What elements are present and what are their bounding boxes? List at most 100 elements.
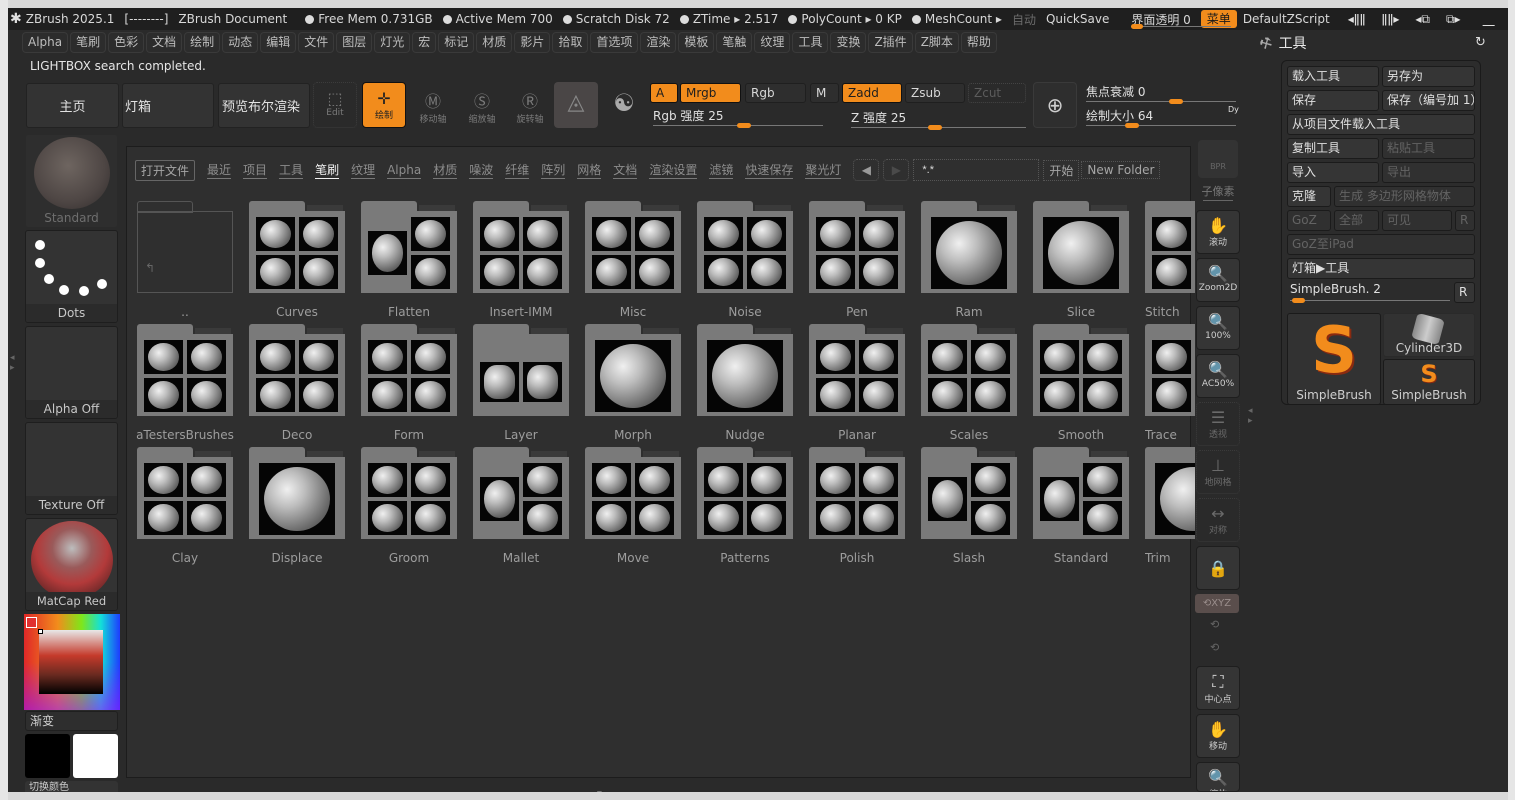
primary-color-swatch[interactable] [26,617,37,628]
right-shelf-collapse-icon[interactable]: ◂ ▸ [1248,406,1253,426]
new-folder-button[interactable]: New Folder [1081,161,1161,179]
goz-r-button[interactable]: R [1455,210,1475,231]
menu-movie[interactable]: 影片 [514,32,551,53]
half-size-button[interactable]: 🔍 AC50% [1196,354,1240,398]
color-cursor[interactable] [38,629,43,634]
window-stack-icon[interactable]: ⧉▸ [1446,12,1461,27]
left-shelf-collapse-icon[interactable]: ◂ ▸ [10,353,15,373]
solo-dynamic-button[interactable]: ☯ [602,82,646,128]
switch-color-button[interactable]: 切换颜色 [25,781,118,792]
lightbox-resize-handle[interactable]: ▾▴ [597,789,604,792]
material-selector[interactable]: MatCap Red Wax [25,518,118,611]
stroke-selector[interactable]: Dots [25,230,118,323]
menu-file[interactable]: 文件 [298,32,335,53]
menu-stencil[interactable]: 模板 [678,32,715,53]
tab-document[interactable]: 文档 [613,162,638,179]
tool-thumb-simplebrush[interactable]: S SimpleBrush [1287,313,1381,405]
tab-project[interactable]: 项目 [243,162,268,179]
menu-transform[interactable]: 变换 [830,32,867,53]
toggle-rgb[interactable]: Rgb [745,83,806,103]
menu-picker[interactable]: 拾取 [552,32,589,53]
rotate-y-button[interactable]: ⟲ [1210,618,1219,631]
menu-marker[interactable]: 标记 [438,32,475,53]
menu-stroke[interactable]: 笔触 [716,32,753,53]
tab-grid[interactable]: 网格 [577,162,602,179]
brush-folder[interactable]: Stitch [1145,201,1195,326]
menu-zplugin[interactable]: Z插件 [868,32,913,53]
layout-toggle-icon[interactable]: ǁǁ▸ [1382,12,1400,26]
toggle-zcut[interactable]: Zcut [968,83,1026,103]
symmetry-button[interactable]: ↔ 对称 [1196,498,1240,542]
draw-button[interactable]: ✛ 绘制 [362,82,406,128]
tab-noise[interactable]: 噪波 [469,162,494,179]
rgb-intensity-knob[interactable] [737,123,751,128]
alpha-selector[interactable]: Alpha Off [25,326,118,419]
tool-slider-knob[interactable] [1292,298,1305,303]
scroll-button[interactable]: ✋ 滚动 [1196,210,1240,254]
load-tool-button[interactable]: 载入工具 [1287,66,1379,87]
tool-r-button[interactable]: R [1454,282,1475,303]
forward-arrow-icon[interactable]: ▶ [883,159,910,181]
menu-light[interactable]: 灯光 [374,32,411,53]
auto-button[interactable]: 自动 [1012,11,1036,28]
color-saturation-square[interactable] [39,630,103,694]
home-button[interactable]: 主页 [26,83,119,128]
brush-folder[interactable]: Trim [1145,447,1195,572]
save-button[interactable]: 保存 [1287,90,1379,111]
toggle-a[interactable]: A [650,83,678,103]
tab-render-settings[interactable]: 渲染设置 [649,162,698,179]
menu-brush[interactable]: 笔刷 [70,32,107,53]
import-button[interactable]: 导入 [1287,162,1379,183]
tab-filters[interactable]: 滤镜 [709,162,734,179]
refresh-icon[interactable]: ↻ [1475,35,1486,50]
tab-tool[interactable]: 工具 [279,162,304,179]
toggle-m[interactable]: M [810,83,839,103]
layout-toggle-icon[interactable]: ◂ǁǁ [1348,12,1366,26]
menu-zscript[interactable]: Z脚本 [914,32,959,53]
draw-size-track[interactable] [1086,125,1236,126]
gradient-button[interactable]: 渐变 [25,711,118,731]
camera-lock-button[interactable]: 🔒 [1196,546,1240,590]
edit-button[interactable]: ⬚ Edit [313,82,357,128]
quicksave-button[interactable]: QuickSave [1046,12,1109,26]
start-search-button[interactable]: 开始 [1043,159,1080,181]
main-color-swatch[interactable] [25,734,70,778]
menu-color[interactable]: 色彩 [108,32,145,53]
tab-array[interactable]: 阵列 [541,162,566,179]
goz-all-button[interactable]: 全部 [1334,210,1379,231]
menu-layer[interactable]: 图层 [336,32,373,53]
actual-size-button[interactable]: 🔍 100% [1196,306,1240,350]
tab-material[interactable]: 材质 [433,162,458,179]
brush-selector[interactable]: Standard [25,134,118,228]
minimize-icon[interactable]: ⎽ [1483,12,1495,27]
copy-tool-button[interactable]: 复制工具 [1287,138,1379,159]
lightbox-tools-button[interactable]: 灯箱▶工具 [1287,258,1475,279]
focal-shift-knob[interactable] [1169,99,1183,104]
tool-slider-track[interactable] [1290,300,1450,301]
menu-tool[interactable]: 工具 [792,32,829,53]
color-picker[interactable] [24,614,120,710]
menu-preferences[interactable]: 首选项 [590,32,639,53]
back-arrow-icon[interactable]: ◀ [853,159,880,181]
clone-button[interactable]: 克隆 [1287,186,1331,207]
zoom3d-button[interactable]: 🔍缩放 [1196,762,1240,792]
lazy-mouse-button[interactable]: ⊕ [1033,82,1077,128]
lightbox-search-input[interactable] [913,159,1040,181]
menu-edit[interactable]: 编辑 [260,32,297,53]
save-as-button[interactable]: 另存为 [1382,66,1475,87]
dynamic-size-toggle[interactable]: Dy [1228,105,1239,114]
menu-document[interactable]: 文档 [146,32,183,53]
goz-visible-button[interactable]: 可见 [1382,210,1452,231]
make-polymesh-button[interactable]: 生成 多边形网格物体 [1334,186,1475,207]
menu-texture[interactable]: 纹理 [754,32,791,53]
bpr-button[interactable]: BPR [1198,140,1238,178]
menu-alpha[interactable]: Alpha [22,32,69,53]
goz-ipad-button[interactable]: GoZ至iPad [1287,234,1475,255]
menu-dynamics[interactable]: 动态 [222,32,259,53]
window-stack-icon[interactable]: ◂⧉ [1415,12,1430,27]
rotate-gizmo-button[interactable]: Ⓡ 旋转轴 [508,82,552,128]
move-gizmo-button[interactable]: Ⓜ 移动轴 [411,82,455,128]
save-increment-button[interactable]: 保存（编号加 1） [1382,90,1475,111]
menu-render[interactable]: 渲染 [640,32,677,53]
z-intensity-knob[interactable] [928,125,942,130]
